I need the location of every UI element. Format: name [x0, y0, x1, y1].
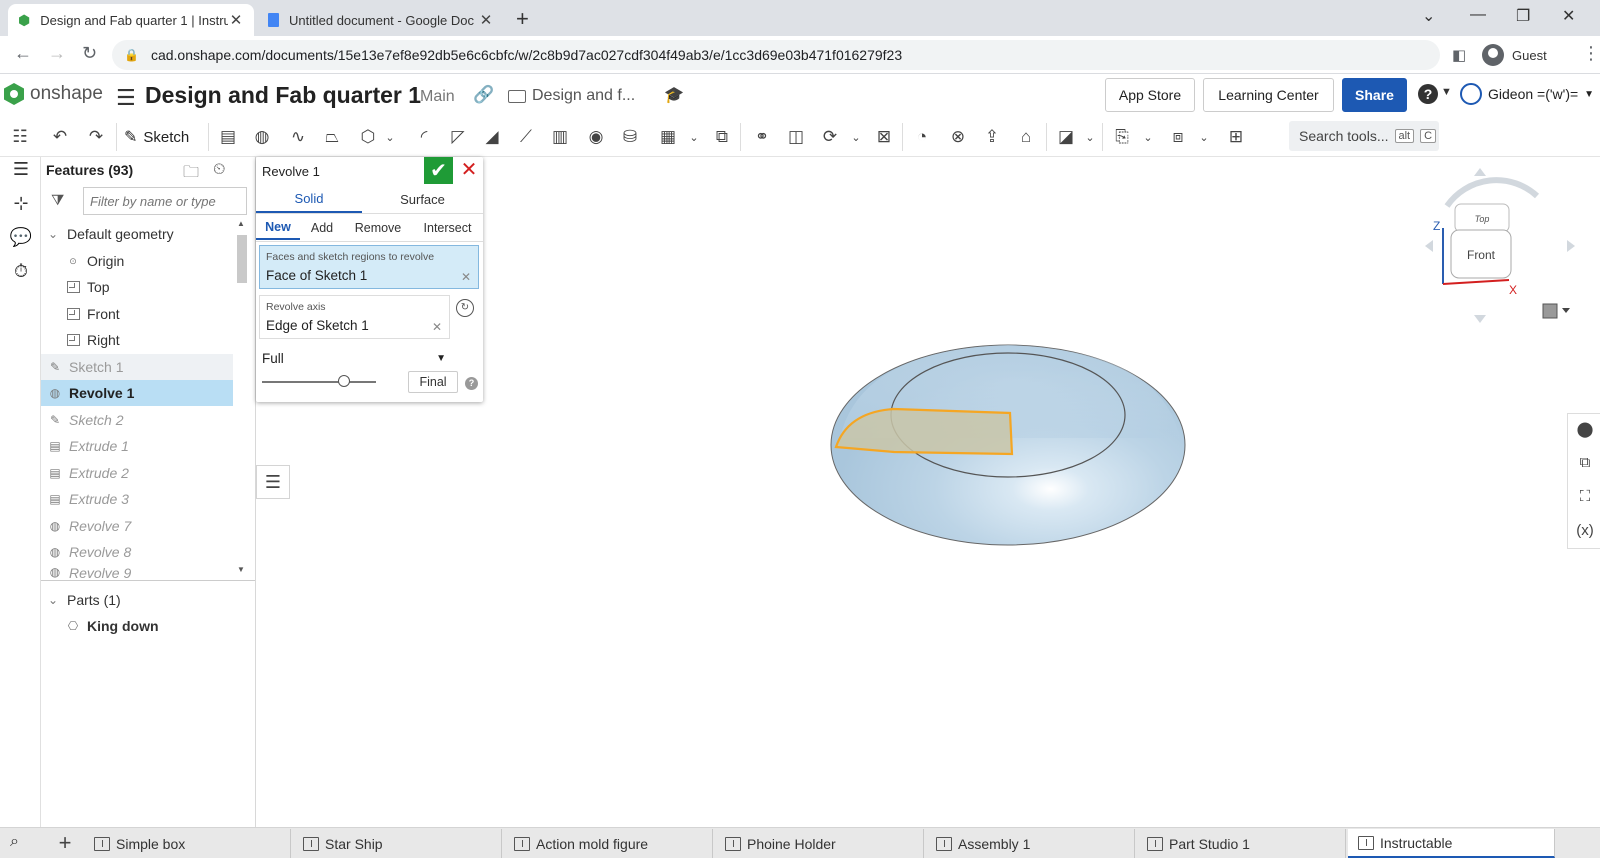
doc-tab-active[interactable]: Instructable	[1348, 829, 1555, 858]
assembly-icon	[936, 836, 952, 851]
doc-tab[interactable]: Star Ship	[293, 829, 502, 858]
doc-tab-label: Assembly 1	[958, 835, 1031, 852]
doc-tab[interactable]: Assembly 1	[926, 829, 1135, 858]
doc-tab[interactable]: Simple box	[84, 829, 291, 858]
part-studio-icon	[725, 836, 741, 851]
doc-tab-label: Phoine Holder	[747, 835, 836, 852]
sketch-region-highlight[interactable]	[834, 407, 1014, 456]
parts-list-icon[interactable]: ⧉	[1574, 454, 1596, 476]
doc-tab-label: Action mold figure	[536, 835, 649, 852]
graphics-viewport: Top Front Z X	[0, 0, 1600, 858]
part-studio-icon	[1358, 835, 1374, 850]
document-tabs-bar: ⌕ + Simple box Star Ship Action mold fig…	[0, 827, 1600, 858]
doc-tab[interactable]: Phoine Holder	[715, 829, 924, 858]
part-studio-icon	[94, 836, 110, 851]
mass-properties-icon[interactable]: ⛶	[1574, 488, 1596, 510]
rotate-right-arrow-icon[interactable]	[1567, 240, 1575, 252]
doc-tab-label: Part Studio 1	[1169, 835, 1250, 852]
appearance-icon[interactable]: ⬤	[1574, 420, 1596, 442]
z-axis-label: Z	[1433, 219, 1440, 233]
add-tab-button[interactable]: +	[50, 830, 80, 856]
x-axis-line	[1442, 279, 1510, 285]
view-cube-menu-icon[interactable]	[1542, 303, 1558, 319]
model-canvas[interactable]	[0, 0, 1600, 858]
chevron-down-icon[interactable]	[1562, 308, 1570, 313]
part-studio-icon	[1147, 836, 1163, 851]
doc-tab-label: Star Ship	[325, 835, 383, 852]
x-axis-label: X	[1509, 283, 1517, 297]
right-rail: ⬤ ⧉ ⛶ (x)	[1567, 413, 1600, 549]
viewcube-front-label: Front	[1467, 248, 1496, 262]
part-studio-icon	[303, 836, 319, 851]
part-studio-icon	[514, 836, 530, 851]
doc-tab-label: Simple box	[116, 835, 186, 852]
doc-tab[interactable]: Part Studio 1	[1137, 829, 1346, 858]
view-cube[interactable]: Top Front Z X	[1425, 168, 1585, 328]
doc-tab[interactable]: Action mold figure	[504, 829, 713, 858]
variables-icon[interactable]: (x)	[1574, 522, 1596, 544]
doc-tab-label: Instructable	[1380, 834, 1453, 851]
rotate-left-arrow-icon[interactable]	[1425, 240, 1433, 252]
viewcube-top-label: Top	[1475, 214, 1490, 224]
search-tabs-icon[interactable]: ⌕	[10, 833, 19, 851]
rotate-down-arrow-icon[interactable]	[1474, 315, 1486, 323]
rotate-up-arrow-icon[interactable]	[1474, 168, 1486, 176]
